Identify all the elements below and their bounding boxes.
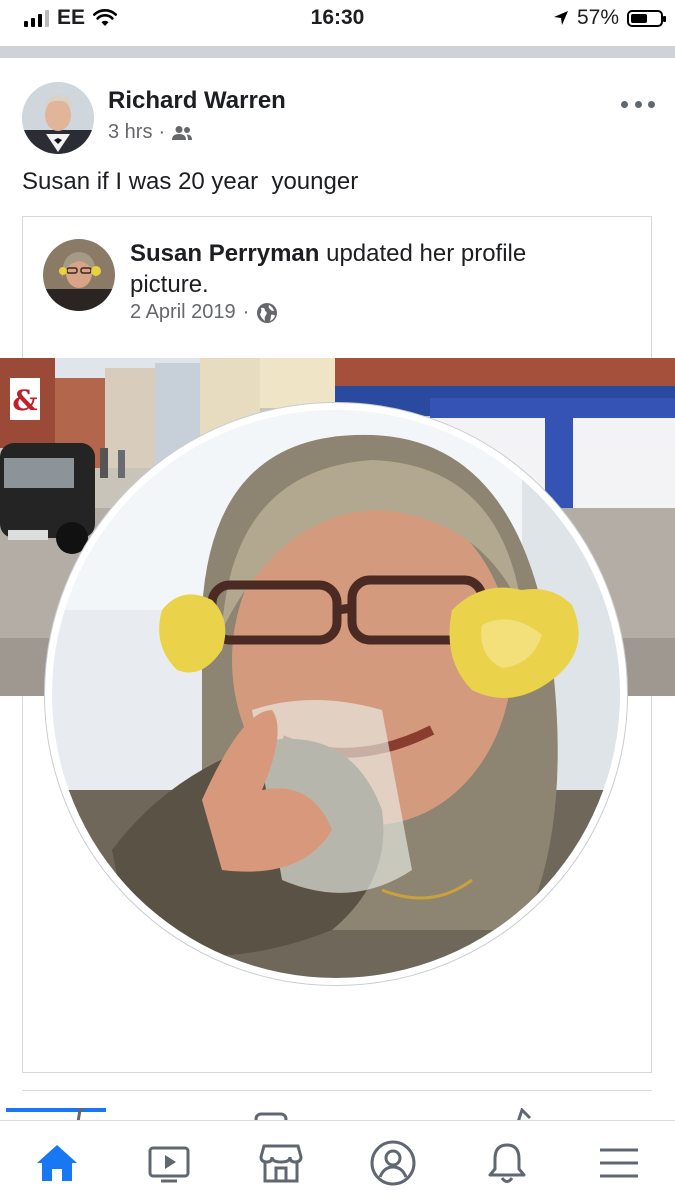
shared-post-date[interactable]: 2 April 2019 [130, 301, 236, 324]
shared-avatar-image [43, 239, 115, 311]
reactions-divider [22, 1090, 652, 1091]
menu-icon [600, 1148, 638, 1178]
tab-menu[interactable] [589, 1135, 649, 1191]
notifications-icon [488, 1143, 526, 1183]
profile-picture[interactable] [52, 410, 620, 978]
profile-picture-image [52, 410, 620, 978]
tab-profile[interactable] [363, 1135, 423, 1191]
tab-marketplace[interactable] [251, 1135, 311, 1191]
author-avatar[interactable] [22, 82, 94, 154]
shared-post-title: Susan Perryman updated her profile pictu… [130, 238, 610, 300]
meta-separator: · [242, 301, 250, 323]
battery-percent: 57% [576, 6, 619, 29]
post-text: Susan if I was 20 year younger [22, 168, 359, 195]
location-arrow-icon [553, 11, 568, 25]
feed-divider [0, 46, 675, 58]
meta-separator: · [158, 121, 166, 143]
friends-icon [172, 125, 193, 140]
battery-icon [627, 9, 666, 27]
dot [621, 100, 628, 108]
shared-post-meta: 2 April 2019 · [130, 301, 278, 324]
profile-icon [370, 1140, 416, 1186]
battery-fill [631, 13, 647, 23]
home-icon [37, 1145, 77, 1181]
dot [634, 100, 642, 108]
more-options-button[interactable] [621, 92, 655, 116]
post-meta: 3 hrs · [108, 121, 193, 144]
globe-icon [257, 302, 278, 323]
author-avatar-image [22, 82, 94, 154]
tab-home[interactable] [27, 1135, 87, 1191]
shared-author-name[interactable]: Susan Perryman [130, 240, 319, 267]
tab-watch[interactable] [139, 1135, 199, 1191]
author-name[interactable]: Richard Warren [108, 87, 286, 115]
svg-text:&: & [12, 384, 37, 417]
tab-notifications[interactable] [477, 1135, 537, 1191]
status-right: 57% [553, 6, 666, 30]
watch-icon [148, 1146, 190, 1183]
post-time[interactable]: 3 hrs [108, 121, 152, 144]
dot [648, 100, 655, 108]
status-bar: EE 16:30 57% [0, 0, 675, 40]
bottom-tab-bar [0, 1120, 675, 1201]
marketplace-icon [259, 1144, 303, 1183]
shared-author-avatar[interactable] [43, 239, 115, 311]
